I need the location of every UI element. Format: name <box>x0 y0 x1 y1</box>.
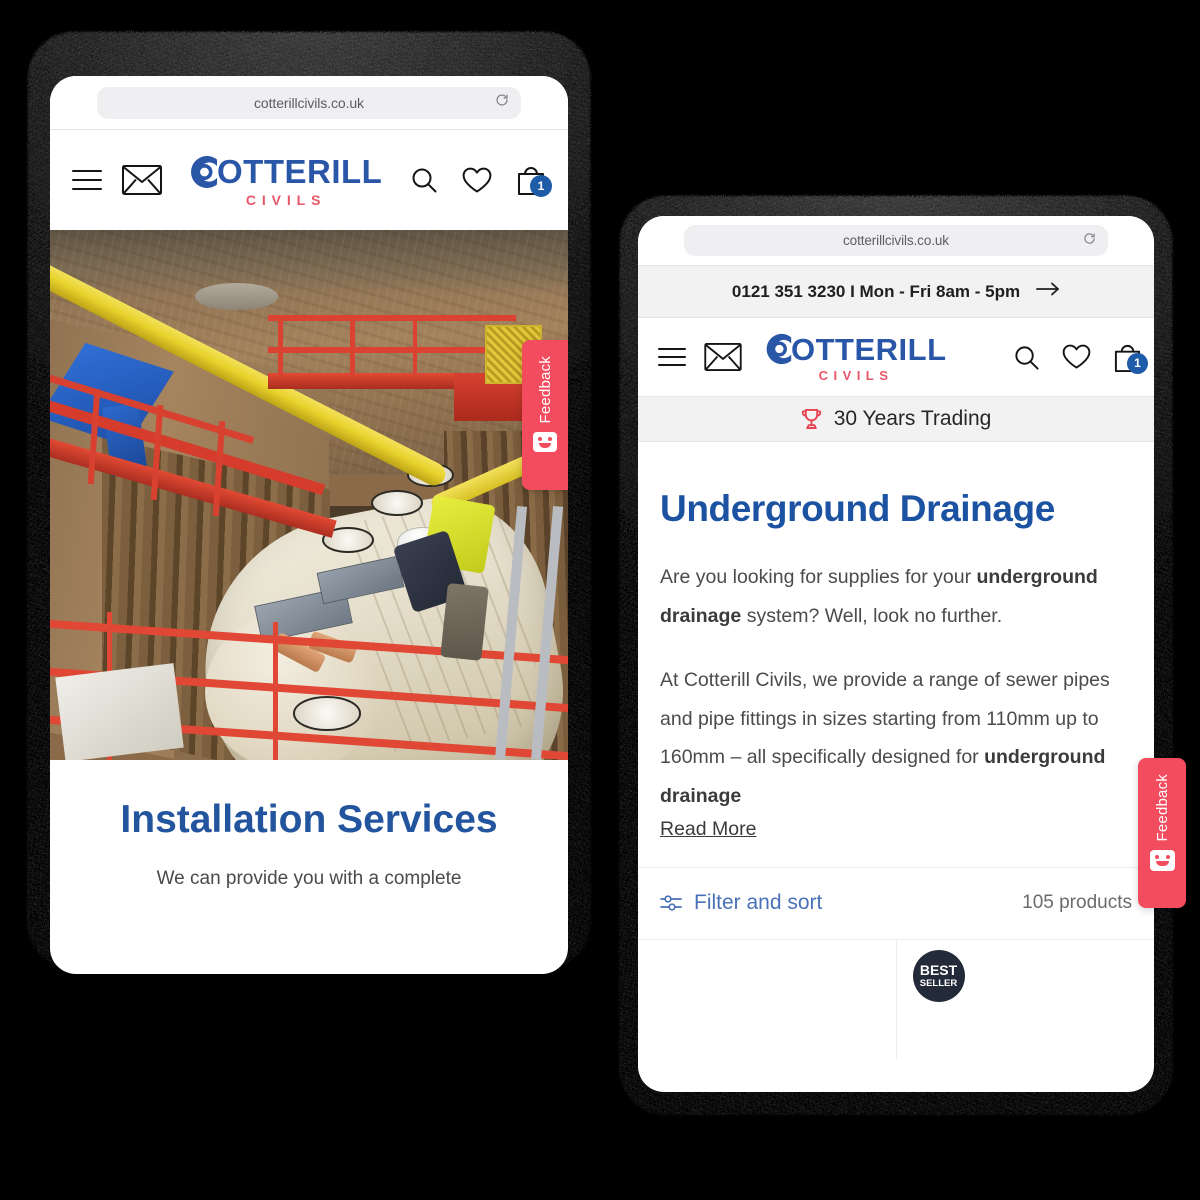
left-url-bar[interactable]: cotterillcivils.co.uk <box>96 86 522 119</box>
product-card[interactable]: BEST SELLER <box>896 939 1154 1059</box>
logo-c-mark <box>766 333 792 365</box>
logo-wordmark: OTTERILL <box>217 153 383 190</box>
site-logo[interactable]: OTTERILL CIVILS <box>184 154 382 207</box>
logo-wordmark: OTTERILL <box>791 331 947 367</box>
read-more-link[interactable]: Read More <box>660 818 756 841</box>
right-url-bar[interactable]: cotterillcivils.co.uk <box>684 225 1108 256</box>
trust-bar[interactable]: 30 Years Trading <box>638 396 1154 442</box>
filter-row: Filter and sort 105 products <box>638 866 1154 939</box>
right-url-text: cotterillcivils.co.uk <box>843 233 949 248</box>
cart-button[interactable]: 1 <box>1113 342 1148 374</box>
left-page-content: Installation Services We can provide you… <box>50 760 568 890</box>
filter-and-sort-button[interactable]: Filter and sort <box>660 891 822 915</box>
logo-c-mark <box>191 155 217 188</box>
right-page-content: Underground Drainage Are you looking for… <box>638 442 1154 841</box>
smiley-face-icon <box>533 432 557 453</box>
left-site-header: OTTERILL CIVILS 1 <box>50 130 568 230</box>
feedback-label: Feedback <box>1153 774 1171 842</box>
announcement-bar[interactable]: 0121 351 3230 I Mon - Fri 8am - 5pm <box>638 266 1154 318</box>
cart-button[interactable]: 1 <box>516 164 552 197</box>
heart-icon[interactable] <box>462 167 492 194</box>
collection-heading: Underground Drainage <box>660 488 1055 529</box>
screenshot-stage: cotterillcivils.co.uk OTTERILL CIVILS 1 … <box>0 0 1200 1200</box>
arrow-right-icon[interactable] <box>1036 282 1060 301</box>
para1-part-c: system? Well, look no further. <box>741 604 1003 627</box>
para1-part-a: Are you looking for supplies for your <box>660 566 977 588</box>
right-site-header: OTTERILL CIVILS 1 <box>638 318 1154 396</box>
page-subtitle: We can provide you with a complete <box>156 868 462 889</box>
reload-icon[interactable] <box>1083 232 1096 250</box>
right-device-screen: cotterillcivils.co.uk 0121 351 3230 I Mo… <box>638 216 1154 1092</box>
trust-bar-text: 30 Years Trading <box>833 407 992 430</box>
product-count: 105 products <box>1022 892 1132 914</box>
hamburger-menu-icon[interactable] <box>72 169 102 191</box>
left-device-screen: cotterillcivils.co.uk OTTERILL CIVILS 1 … <box>50 76 568 974</box>
envelope-icon[interactable] <box>122 165 162 195</box>
product-card[interactable] <box>638 939 897 1059</box>
cart-count-badge: 1 <box>1127 352 1148 374</box>
hamburger-menu-icon[interactable] <box>658 347 686 367</box>
intro-paragraph-1: Are you looking for supplies for your un… <box>660 558 1132 635</box>
envelope-icon[interactable] <box>704 343 742 371</box>
site-logo[interactable]: OTTERILL CIVILS <box>760 332 947 382</box>
page-title: Installation Services <box>120 798 498 841</box>
right-tablet-device: cotterillcivils.co.uk 0121 351 3230 I Mo… <box>620 196 1186 1114</box>
best-seller-badge: BEST SELLER <box>912 949 965 1002</box>
search-icon[interactable] <box>1013 344 1040 371</box>
intro-paragraph-2: At Cotterill Civils, we provide a range … <box>660 661 1132 815</box>
heart-icon[interactable] <box>1062 344 1091 370</box>
filter-label: Filter and sort <box>694 891 823 915</box>
logo-tagline: CIVILS <box>245 191 327 208</box>
feedback-tab[interactable]: Feedback <box>1138 758 1186 908</box>
cart-count-badge: 1 <box>530 175 552 197</box>
trophy-icon <box>801 408 822 430</box>
feedback-tab[interactable]: Feedback <box>522 340 568 490</box>
left-url-text: cotterillcivils.co.uk <box>254 94 364 111</box>
product-grid: BEST SELLER <box>638 938 1154 1059</box>
hero-image: Feedback <box>50 230 568 760</box>
announcement-text: 0121 351 3230 I Mon - Fri 8am - 5pm <box>731 281 1021 301</box>
right-browser-chrome: cotterillcivils.co.uk <box>638 216 1154 266</box>
best-seller-line-2: SELLER <box>919 977 958 989</box>
smiley-face-icon <box>1149 850 1175 872</box>
left-browser-chrome: cotterillcivils.co.uk <box>50 76 568 130</box>
feedback-label: Feedback <box>536 356 554 424</box>
left-phone-device: cotterillcivils.co.uk OTTERILL CIVILS 1 … <box>28 32 590 974</box>
reload-icon[interactable] <box>495 93 509 112</box>
logo-tagline: CIVILS <box>818 368 894 383</box>
best-seller-line-1: BEST <box>919 961 958 978</box>
filter-sliders-icon <box>660 894 682 912</box>
search-icon[interactable] <box>410 166 438 194</box>
